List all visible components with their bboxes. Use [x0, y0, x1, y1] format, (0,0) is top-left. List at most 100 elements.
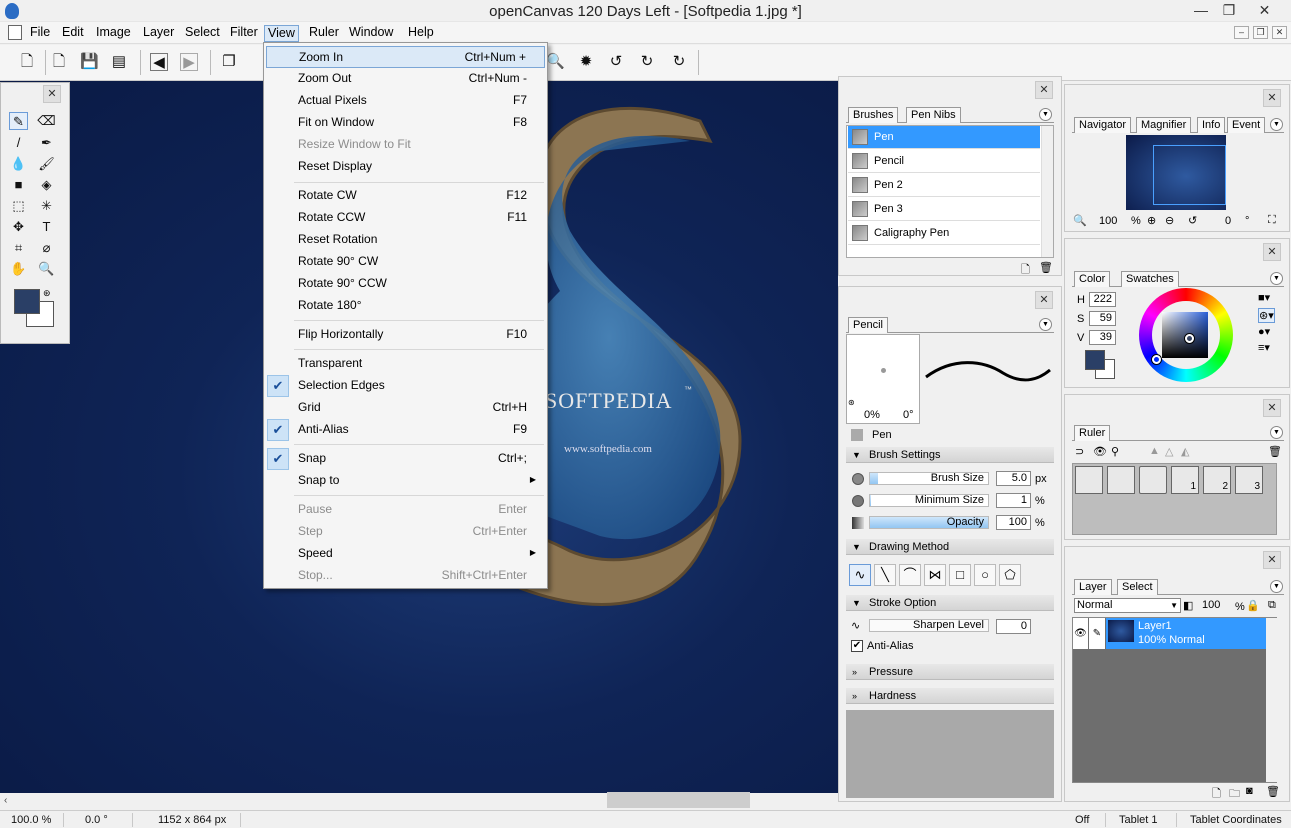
brush-item-pencil[interactable]: Pencil — [848, 150, 1040, 173]
navigator-close-button[interactable]: ✕ — [1263, 89, 1281, 107]
menu-item-fit-on-window[interactable]: Fit on Window F8 — [266, 112, 545, 134]
zoom-icon[interactable]: 🔍 — [1073, 214, 1087, 227]
brush-settings-close-button[interactable]: ✕ — [1035, 291, 1053, 309]
crop-tool-icon[interactable]: ⌗ — [9, 239, 28, 257]
color-mode-square-icon[interactable]: ■▾ — [1258, 291, 1270, 304]
sharpen-level-slider[interactable]: Sharpen Level — [869, 619, 989, 632]
anti-alias-checkbox[interactable]: ✔ — [851, 640, 863, 652]
menu-item-snap-to[interactable]: Snap to ▶ — [266, 470, 545, 492]
tab-swatches[interactable]: Swatches — [1121, 271, 1179, 287]
menu-item-zoom-in[interactable]: Zoom In Ctrl+Num + — [266, 46, 545, 68]
sharpen-level-input[interactable]: 0 — [996, 619, 1031, 634]
layer-row[interactable]: Layer1 100% Normal — [1106, 618, 1266, 649]
brush-list-scrollbar[interactable] — [1041, 126, 1053, 257]
navigator-thumbnail[interactable] — [1126, 135, 1226, 210]
tab-color[interactable]: Color — [1074, 271, 1111, 287]
marquee-tool-icon[interactable]: ⬚ — [9, 197, 28, 215]
line-method-icon[interactable]: ╲ — [874, 564, 896, 586]
ruler-delete-icon[interactable]: 🗑 — [1268, 445, 1282, 458]
layer-mask-icon[interactable]: ◙ — [1246, 785, 1253, 797]
scroll-left-icon[interactable]: ‹ — [4, 795, 7, 806]
delete-brush-icon[interactable]: 🗑 — [1039, 261, 1053, 274]
fill-rect-tool-icon[interactable]: ■ — [9, 176, 28, 194]
next-icon[interactable]: ▶ — [180, 53, 198, 71]
menu-item-rotate-90-ccw[interactable]: Rotate 90° CCW — [266, 273, 545, 295]
tab-pen-nibs[interactable]: Pen Nibs — [906, 107, 961, 123]
color-mode-circle-icon[interactable]: ●▾ — [1258, 325, 1270, 338]
rotate-ccw-icon[interactable]: ↺ — [607, 53, 625, 71]
hue-ring[interactable] — [1139, 288, 1233, 382]
tab-navigator[interactable]: Navigator — [1074, 117, 1132, 133]
bucket-tool-icon[interactable]: ◈ — [37, 176, 56, 194]
minimum-size-slider[interactable]: Minimum Size — [869, 494, 989, 507]
tab-layer[interactable]: Layer — [1074, 579, 1112, 595]
lock-icon[interactable]: 🔒 — [1246, 599, 1260, 612]
menu-help[interactable]: Help — [405, 25, 437, 42]
ellipse-method-icon[interactable]: ○ — [974, 564, 996, 586]
layer-list-scrollbar[interactable] — [1266, 618, 1277, 782]
rectangle-method-icon[interactable]: □ — [949, 564, 971, 586]
tools-panel-close-button[interactable]: ✕ — [43, 85, 61, 103]
curve-method-icon[interactable]: ⌒ — [899, 564, 921, 586]
dropdown-icon[interactable]: ▼ — [1270, 580, 1283, 593]
ruler-preset-parallel-icon[interactable] — [1075, 466, 1103, 494]
dropdown-icon[interactable]: ▼ — [1270, 118, 1283, 131]
mdi-minimize-button[interactable]: – — [1234, 26, 1249, 39]
fit-icon[interactable]: ✹ — [577, 53, 595, 71]
menu-window[interactable]: Window — [346, 25, 396, 42]
menu-item-snap[interactable]: ✔ Snap Ctrl+; — [266, 448, 545, 470]
move-tool-icon[interactable]: ✥ — [9, 218, 28, 236]
polyline-method-icon[interactable]: ⋈ — [924, 564, 946, 586]
menu-item-rotate-cw[interactable]: Rotate CW F12 — [266, 185, 545, 207]
dropdown-icon[interactable]: ▼ — [1039, 318, 1052, 331]
menu-item-rotate-ccw[interactable]: Rotate CCW F11 — [266, 207, 545, 229]
menu-item-selection-edges[interactable]: ✔ Selection Edges — [266, 375, 545, 397]
fit-view-icon[interactable]: ⛶ — [1268, 214, 1276, 227]
brush-item-caligraphy-pen[interactable]: Caligraphy Pen — [848, 222, 1040, 245]
color-picker-cursor[interactable] — [1185, 334, 1194, 343]
pressure-header[interactable]: » Pressure — [846, 664, 1054, 680]
dropdown-icon[interactable]: ▼ — [1270, 426, 1283, 439]
ruler-panel-close-button[interactable]: ✕ — [1263, 399, 1281, 417]
ruler-preset-concentric-icon[interactable] — [1139, 466, 1167, 494]
navigator-viewport-rect[interactable] — [1153, 145, 1226, 205]
airbrush-tool-icon[interactable]: ✒ — [37, 134, 56, 152]
v-input[interactable]: 39 — [1089, 330, 1116, 345]
s-input[interactable]: 59 — [1089, 311, 1116, 326]
brush-tool-icon[interactable]: / — [9, 134, 28, 152]
layer-visibility-icon[interactable]: 👁 — [1073, 618, 1088, 649]
swap-colors-icon[interactable]: ⊛ — [43, 288, 51, 299]
freehand-method-icon[interactable]: ∿ — [849, 564, 871, 586]
brush-item-pen-3[interactable]: Pen 3 — [848, 198, 1040, 221]
brush-item-pen[interactable]: Pen — [848, 126, 1040, 149]
ruler-triangle-outline-icon[interactable]: △ — [1165, 445, 1173, 458]
ruler-preset-3-point-icon[interactable]: 3 — [1235, 466, 1263, 494]
menu-file[interactable]: File — [27, 25, 53, 42]
ruler-lock-icon[interactable]: ⚲ — [1111, 445, 1119, 458]
stroke-option-header[interactable]: ▼ Stroke Option — [846, 595, 1054, 611]
menu-item-zoom-out[interactable]: Zoom Out Ctrl+Num - — [266, 68, 545, 90]
navigator-rotation-value[interactable]: 0 — [1225, 215, 1231, 227]
menu-select[interactable]: Select — [182, 25, 223, 42]
new-folder-icon[interactable]: 🗀 — [1229, 785, 1240, 804]
brushes-panel-close-button[interactable]: ✕ — [1035, 81, 1053, 99]
menu-item-reset-rotation[interactable]: Reset Rotation — [266, 229, 545, 251]
ruler-preset-1-point-icon[interactable]: 1 — [1171, 466, 1199, 494]
copy-icon[interactable]: ❐ — [220, 53, 238, 71]
rotate-cw-icon[interactable]: ↻ — [638, 53, 656, 71]
text-tool-icon[interactable]: T — [37, 218, 56, 236]
tab-pencil[interactable]: Pencil — [848, 317, 888, 333]
color-mode-ring-icon[interactable]: ⊛▾ — [1258, 308, 1275, 323]
zoom-tool-icon[interactable]: 🔍 — [37, 260, 56, 278]
horizontal-scroll-thumb[interactable] — [607, 792, 750, 808]
brush-size-input[interactable]: 5.0 — [996, 471, 1031, 486]
zoom-icon[interactable]: 🔍 — [546, 53, 565, 71]
hand-tool-icon[interactable]: ✋ — [9, 260, 28, 278]
new-brush-icon[interactable]: 🗋 — [1021, 261, 1030, 280]
color-mode-bars-icon[interactable]: ≡▾ — [1258, 341, 1270, 354]
pen-tool-icon[interactable]: ✎ — [9, 112, 28, 130]
tab-select[interactable]: Select — [1117, 579, 1158, 595]
layer-panel-close-button[interactable]: ✕ — [1263, 551, 1281, 569]
tab-event[interactable]: Event — [1227, 117, 1266, 133]
menu-item-anti-alias[interactable]: ✔ Anti-Alias F9 — [266, 419, 545, 441]
